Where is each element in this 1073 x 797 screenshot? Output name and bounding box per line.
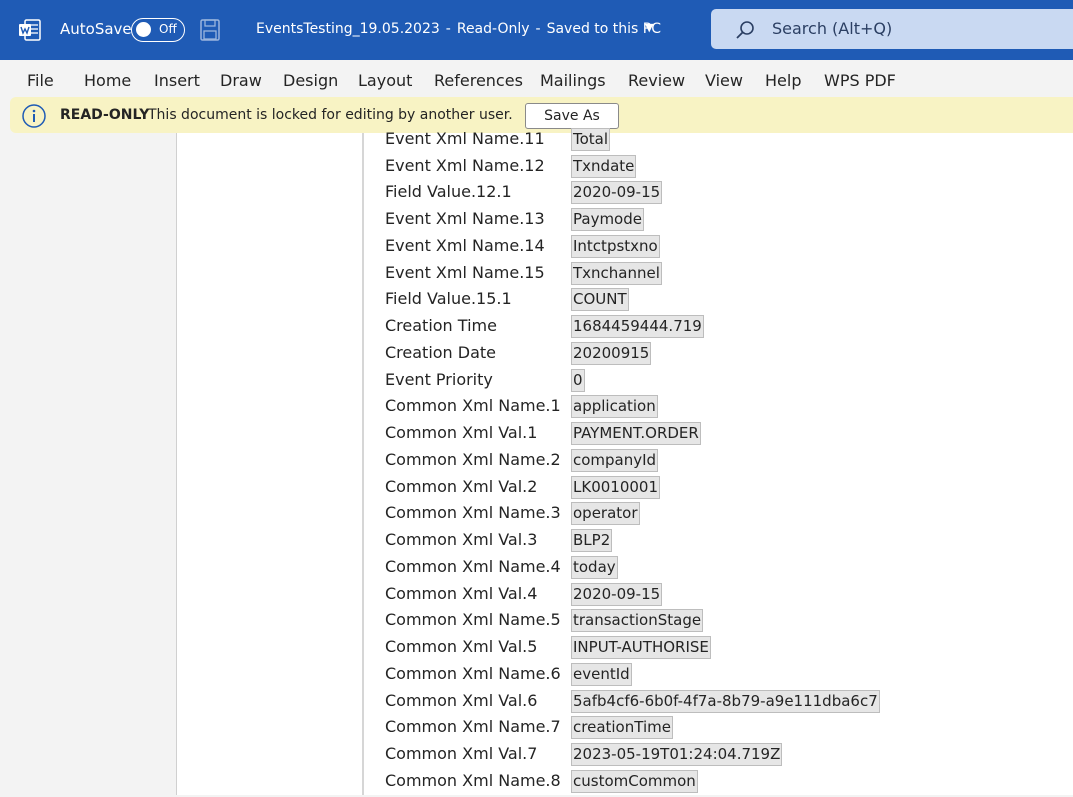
row-value[interactable]: 1684459444.719 <box>571 315 704 338</box>
info-icon <box>22 104 46 128</box>
row-label: Event Xml Name.11 <box>385 129 545 148</box>
tab-wps-pdf[interactable]: WPS PDF <box>824 71 896 90</box>
row-label: Common Xml Name.5 <box>385 610 561 629</box>
tab-home[interactable]: Home <box>84 71 131 90</box>
left-margin-area <box>0 133 177 795</box>
autosave-state: Off <box>159 22 177 36</box>
save-status: Saved to this PC <box>546 21 662 37</box>
tab-review[interactable]: Review <box>628 71 685 90</box>
search-placeholder: Search (Alt+Q) <box>772 19 893 38</box>
row-value[interactable]: Txndate <box>571 155 637 178</box>
tab-mailings[interactable]: Mailings <box>540 71 606 90</box>
autosave-label: AutoSave <box>60 20 132 38</box>
row-value[interactable]: 5afb4cf6-6b0f-4f7a-8b79-a9e111dba6c7 <box>571 690 880 713</box>
row-label: Common Xml Val.3 <box>385 530 538 549</box>
row-value[interactable]: 2023-05-19T01:24:04.719Z <box>571 743 783 766</box>
row-label: Common Xml Name.4 <box>385 557 561 576</box>
row-label: Common Xml Name.8 <box>385 771 561 790</box>
table-border <box>362 133 364 795</box>
row-value[interactable]: operator <box>571 502 640 525</box>
tab-design[interactable]: Design <box>283 71 338 90</box>
row-label: Common Xml Val.5 <box>385 637 538 656</box>
row-value[interactable]: PAYMENT.ORDER <box>571 422 701 445</box>
row-label: Event Priority <box>385 370 493 389</box>
row-value[interactable]: application <box>571 395 658 418</box>
row-label: Common Xml Val.1 <box>385 423 538 442</box>
search-icon <box>736 21 754 39</box>
row-value[interactable]: BLP2 <box>571 529 613 552</box>
row-label: Common Xml Name.2 <box>385 450 561 469</box>
tab-draw[interactable]: Draw <box>220 71 262 90</box>
row-label: Common Xml Name.6 <box>385 664 561 683</box>
row-value[interactable]: Paymode <box>571 208 644 231</box>
row-value[interactable]: 0 <box>571 369 585 392</box>
tab-layout[interactable]: Layout <box>358 71 412 90</box>
word-app-icon[interactable] <box>19 19 41 41</box>
row-label: Creation Date <box>385 343 497 362</box>
toggle-knob <box>136 22 151 37</box>
search-box[interactable]: Search (Alt+Q) <box>711 9 1073 49</box>
row-label: Common Xml Name.7 <box>385 717 561 736</box>
save-icon[interactable] <box>200 19 220 41</box>
row-value[interactable]: customCommon <box>571 770 698 793</box>
row-label: Common Xml Val.4 <box>385 584 538 603</box>
tab-references[interactable]: References <box>434 71 523 90</box>
row-value[interactable]: LK0010001 <box>571 476 660 499</box>
row-label: Event Xml Name.14 <box>385 236 545 255</box>
row-label: Event Xml Name.12 <box>385 156 545 175</box>
save-as-button[interactable]: Save As <box>525 103 619 129</box>
tab-view[interactable]: View <box>705 71 743 90</box>
row-label: Event Xml Name.15 <box>385 263 545 282</box>
row-value[interactable]: creationTime <box>571 716 673 739</box>
row-label: Common Xml Val.7 <box>385 744 538 763</box>
row-value[interactable]: INPUT-AUTHORISE <box>571 636 711 659</box>
row-value[interactable]: Total <box>571 128 611 151</box>
row-label: Creation Time <box>385 316 497 335</box>
row-value[interactable]: COUNT <box>571 288 629 311</box>
document-title[interactable]: EventsTesting_19.05.2023- Read-Only - Saved… <box>256 21 661 37</box>
infobar-title: READ-ONLY <box>60 107 150 123</box>
row-value[interactable]: 20200915 <box>571 342 652 365</box>
document-page[interactable]: Event Xml Name.11 Total Event Xml Name.12… <box>177 128 1073 795</box>
row-label: Common Xml Val.2 <box>385 477 538 496</box>
row-label: Field Value.15.1 <box>385 289 512 308</box>
infobar-message: This document is locked for editing by a… <box>148 107 513 123</box>
row-value[interactable]: today <box>571 556 618 579</box>
chevron-down-icon[interactable]: ▼ <box>645 21 653 34</box>
doc-name: EventsTesting_19.05.2023 <box>256 21 440 37</box>
title-bar: AutoSave Off EventsTesting_19.05.2023- Re… <box>0 0 1073 60</box>
ribbon-tabs: File Home Insert Draw Design Layout Refe… <box>0 60 1073 98</box>
row-label: Field Value.12.1 <box>385 182 512 201</box>
row-label: Common Xml Name.1 <box>385 396 561 415</box>
tab-help[interactable]: Help <box>765 71 801 90</box>
row-value[interactable]: transactionStage <box>571 609 704 632</box>
autosave-toggle[interactable]: Off <box>131 18 185 42</box>
row-label: Event Xml Name.13 <box>385 209 545 228</box>
read-only-label: Read-Only <box>456 21 530 37</box>
row-value[interactable]: Txnchannel <box>571 262 662 285</box>
row-value[interactable]: 2020-09-15 <box>571 583 663 606</box>
row-label: Common Xml Val.6 <box>385 691 538 710</box>
read-only-infobar: READ-ONLY This document is locked for ed… <box>10 97 1073 133</box>
row-value[interactable]: 2020-09-15 <box>571 181 663 204</box>
tab-file[interactable]: File <box>27 71 54 90</box>
row-label: Common Xml Name.3 <box>385 503 561 522</box>
row-value[interactable]: eventId <box>571 663 632 686</box>
tab-insert[interactable]: Insert <box>154 71 200 90</box>
row-value[interactable]: companyId <box>571 449 659 472</box>
row-value[interactable]: Intctpstxno <box>571 235 660 258</box>
